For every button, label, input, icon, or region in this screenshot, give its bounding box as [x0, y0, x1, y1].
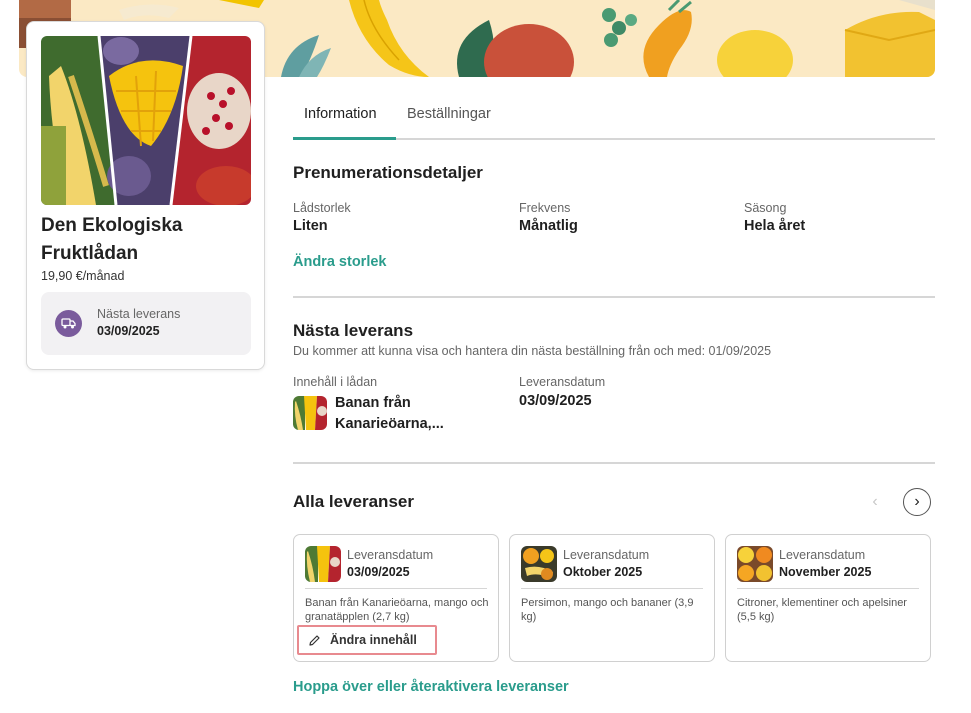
truck-icon [55, 310, 82, 337]
delivery-date-value: 03/09/2025 [519, 393, 592, 409]
delivery-thumbnail [521, 546, 557, 582]
divider [293, 296, 935, 298]
delivery-thumbnail [305, 546, 341, 582]
divider [305, 588, 487, 589]
product-title: Den Ekologiska Fruktlådan [41, 215, 183, 264]
change-size-link[interactable]: Ändra storlek [293, 254, 386, 270]
delivery-card[interactable]: Leveransdatum 03/09/2025 Banan från Kana… [293, 534, 499, 662]
edit-contents-label: Ändra innehåll [330, 633, 417, 647]
delivery-date: Oktober 2025 [563, 565, 643, 579]
frequency-label: Frekvens [519, 201, 571, 215]
next-delivery-label: Nästa leverans [97, 307, 181, 321]
season-value: Hela året [744, 218, 806, 234]
pencil-icon [309, 634, 320, 646]
tab-orders[interactable]: Beställningar [396, 106, 502, 140]
box-contents-label: Innehåll i lådan [293, 375, 378, 389]
delivery-card[interactable]: Leveransdatum November 2025 Citroner, kl… [725, 534, 931, 662]
delivery-date-label: Leveransdatum [347, 548, 434, 562]
next-delivery-box: Nästa leverans 03/09/2025 [41, 292, 251, 355]
divider [293, 462, 935, 464]
next-delivery-title: Nästa leverans [293, 321, 414, 340]
frequency-value: Månatlig [519, 218, 578, 234]
box-contents-thumbnail [293, 396, 327, 430]
next-delivery-description: Du kommer att kunna visa och hantera din… [293, 344, 772, 358]
divider [521, 588, 703, 589]
product-card: Den Ekologiska Fruktlådan 19,90 €/månad … [26, 21, 265, 370]
tab-bar: Information Beställningar [293, 98, 935, 140]
chevron-left-icon[interactable]: ‹ [863, 490, 887, 514]
box-size-label: Lådstorlek [293, 201, 351, 215]
tab-information[interactable]: Information [293, 106, 396, 140]
skip-or-reactivate-link[interactable]: Hoppa över eller återaktivera leveranser [293, 679, 569, 695]
edit-contents-button[interactable]: Ändra innehåll [297, 625, 437, 655]
delivery-description: Persimon, mango och bananer (3,9 kg) [521, 597, 694, 623]
delivery-date-label: Leveransdatum [519, 375, 606, 389]
next-delivery-date: 03/09/2025 [97, 324, 160, 338]
box-size-value: Liten [293, 218, 328, 234]
delivery-date-label: Leveransdatum [779, 548, 866, 562]
box-contents-value: Banan från Kanarieöarna,... [335, 395, 444, 432]
product-image [41, 36, 251, 205]
delivery-date-label: Leveransdatum [563, 548, 650, 562]
delivery-thumbnail [737, 546, 773, 582]
season-label: Säsong [744, 201, 787, 215]
delivery-date: 03/09/2025 [347, 565, 410, 579]
subscription-title: Prenumerationsdetaljer [293, 163, 483, 182]
delivery-description: Citroner, klementiner och apelsiner (5,5… [737, 597, 907, 623]
divider [737, 588, 919, 589]
product-price: 19,90 €/månad [41, 269, 125, 283]
all-deliveries-title: Alla leveranser [293, 492, 414, 511]
delivery-description: Banan från Kanarieöarna, mango och grana… [305, 597, 489, 623]
delivery-card[interactable]: Leveransdatum Oktober 2025 Persimon, man… [509, 534, 715, 662]
delivery-date: November 2025 [779, 565, 872, 579]
chevron-right-icon[interactable]: › [903, 488, 931, 516]
